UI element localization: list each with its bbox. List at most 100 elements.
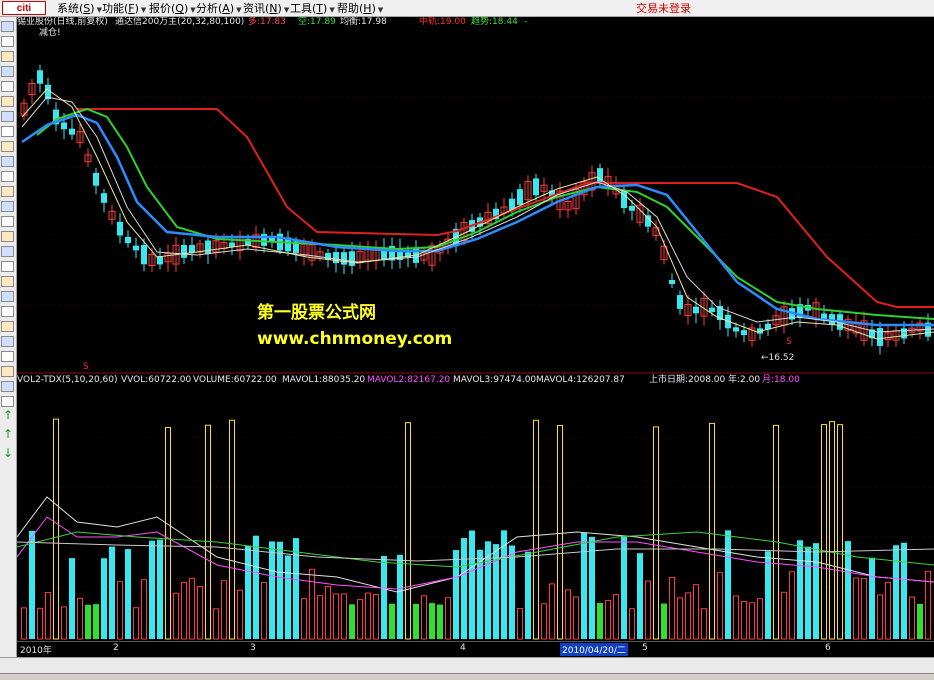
volume-bar bbox=[325, 585, 331, 640]
volume-bar bbox=[789, 571, 795, 640]
candle-down bbox=[189, 245, 195, 253]
candle-down bbox=[117, 221, 123, 236]
horizontal-scrollbar[interactable] bbox=[0, 657, 934, 674]
toolbar-button-icon[interactable] bbox=[1, 36, 14, 47]
volume-bar bbox=[389, 603, 395, 639]
volume-bar bbox=[861, 577, 867, 640]
menu-analysis[interactable]: 分析(A) ▼ bbox=[196, 0, 242, 16]
arrow-up-icon[interactable]: ↑ bbox=[2, 428, 14, 440]
volume-bar bbox=[717, 572, 723, 640]
stock-title: 锡业股份(日线,前复权) bbox=[17, 17, 108, 27]
menu-help[interactable]: 帮助(H) ▼ bbox=[337, 0, 383, 16]
volume-bar bbox=[53, 418, 59, 640]
candle-down bbox=[37, 70, 43, 84]
volume-bar bbox=[37, 607, 43, 640]
toolbar-button-icon[interactable] bbox=[1, 276, 14, 287]
toolbar-button-icon[interactable] bbox=[1, 216, 14, 227]
toolbar-button-icon[interactable] bbox=[1, 66, 14, 77]
volume-bar bbox=[837, 424, 843, 640]
indicator-name: 通达信200万主(20,32,80,100) bbox=[115, 17, 245, 27]
toolbar-button-icon[interactable] bbox=[1, 246, 14, 257]
toolbar-button-icon[interactable] bbox=[1, 351, 14, 362]
low-price-marker: ←16.52 bbox=[761, 353, 795, 363]
volume-bar bbox=[61, 606, 67, 640]
volume-bar bbox=[557, 424, 563, 640]
menu-system[interactable]: 系统(S) ▼ bbox=[57, 0, 102, 16]
toolbar-button-icon[interactable] bbox=[1, 126, 14, 137]
candle-down bbox=[669, 279, 675, 285]
toolbar-button-icon[interactable] bbox=[1, 366, 14, 377]
trade-status[interactable]: 交易未登录 bbox=[636, 0, 691, 16]
volume-bar bbox=[157, 539, 163, 639]
volume-bar bbox=[197, 586, 203, 640]
volume-bar bbox=[437, 604, 443, 639]
signal-note: 减仓! bbox=[39, 28, 61, 38]
toolbar-button-icon[interactable] bbox=[1, 81, 14, 92]
toolbar-button-icon[interactable] bbox=[1, 201, 14, 212]
volume-bar bbox=[421, 595, 427, 640]
kline-chart[interactable]: 锡业股份(日线,前复权) 通达信200万主(20,32,80,100) 多:17… bbox=[17, 17, 934, 641]
volume-bar bbox=[645, 580, 651, 640]
chart-canvas bbox=[17, 64, 934, 640]
volume-bar bbox=[653, 426, 659, 640]
vol-indicator-name: VOL2-TDX(5,10,20,60) bbox=[17, 375, 118, 385]
volume-bar bbox=[637, 553, 643, 639]
volume-bar bbox=[229, 419, 235, 640]
arrow-down-icon[interactable]: ↓ bbox=[2, 447, 14, 459]
toolbar-button-icon[interactable] bbox=[1, 261, 14, 272]
candle-down bbox=[349, 251, 355, 266]
toolbar-button-icon[interactable] bbox=[1, 111, 14, 122]
toolbar-button-icon[interactable] bbox=[1, 96, 14, 107]
volume-bar bbox=[685, 592, 691, 640]
candle-down bbox=[133, 245, 139, 251]
toolbar-button-icon[interactable] bbox=[1, 51, 14, 62]
toolbar-button-icon[interactable] bbox=[1, 21, 14, 32]
candle-down bbox=[101, 193, 107, 203]
candle-down bbox=[709, 307, 715, 312]
volume-bar bbox=[917, 603, 923, 639]
toolbar-button-icon[interactable] bbox=[1, 141, 14, 152]
toolbar-button-icon[interactable] bbox=[1, 171, 14, 182]
volume-bar bbox=[261, 581, 267, 640]
volume-bar bbox=[797, 540, 803, 639]
menu-info[interactable]: 资讯(N) ▼ bbox=[243, 0, 289, 16]
volume-bar bbox=[117, 581, 123, 640]
toolbar-button-icon[interactable] bbox=[1, 336, 14, 347]
menu-tools[interactable]: 工具(T) ▼ bbox=[290, 0, 335, 16]
toolbar-button-icon[interactable] bbox=[1, 396, 14, 407]
volume-bar bbox=[885, 581, 891, 640]
arrow-up-icon[interactable]: ↑ bbox=[2, 409, 14, 421]
toolbar-button-icon[interactable] bbox=[1, 321, 14, 332]
volume-bar bbox=[221, 580, 227, 640]
volume-bar bbox=[93, 604, 99, 639]
menu-function[interactable]: 功能(F) ▼ bbox=[102, 0, 146, 16]
volume-bar bbox=[189, 577, 195, 640]
menu-quote[interactable]: 报价(Q) ▼ bbox=[149, 0, 196, 16]
volume-bar bbox=[173, 592, 179, 640]
candle-down bbox=[261, 233, 267, 246]
sell-marker: S bbox=[83, 362, 89, 372]
candle-down bbox=[157, 256, 163, 265]
toolbar-button-icon[interactable] bbox=[1, 381, 14, 392]
toolbar-button-icon[interactable] bbox=[1, 231, 14, 242]
toolbar-button-icon[interactable] bbox=[1, 156, 14, 167]
volume-bar bbox=[77, 597, 83, 640]
candle-down bbox=[621, 189, 627, 209]
volume-bar bbox=[165, 427, 171, 640]
date-label: 5 bbox=[642, 643, 648, 653]
toolbar-button-icon[interactable] bbox=[1, 291, 14, 302]
candle-down bbox=[93, 172, 99, 186]
toolbar-button-icon[interactable] bbox=[1, 306, 14, 317]
mavol1-value: MAVOL1:88035.20 bbox=[282, 375, 366, 385]
volume-bar bbox=[85, 604, 91, 639]
watermark-url: www.chnmoney.com bbox=[257, 329, 453, 349]
volume-bar bbox=[693, 584, 699, 640]
volume-bar bbox=[773, 424, 779, 640]
volume-bar bbox=[581, 532, 587, 639]
volume-bar bbox=[293, 538, 299, 639]
toolbar-button-icon[interactable] bbox=[1, 186, 14, 197]
date-label: 4 bbox=[460, 643, 466, 653]
candle-down bbox=[629, 205, 635, 211]
sell-marker: S bbox=[786, 337, 792, 347]
volume-bar bbox=[285, 555, 291, 639]
